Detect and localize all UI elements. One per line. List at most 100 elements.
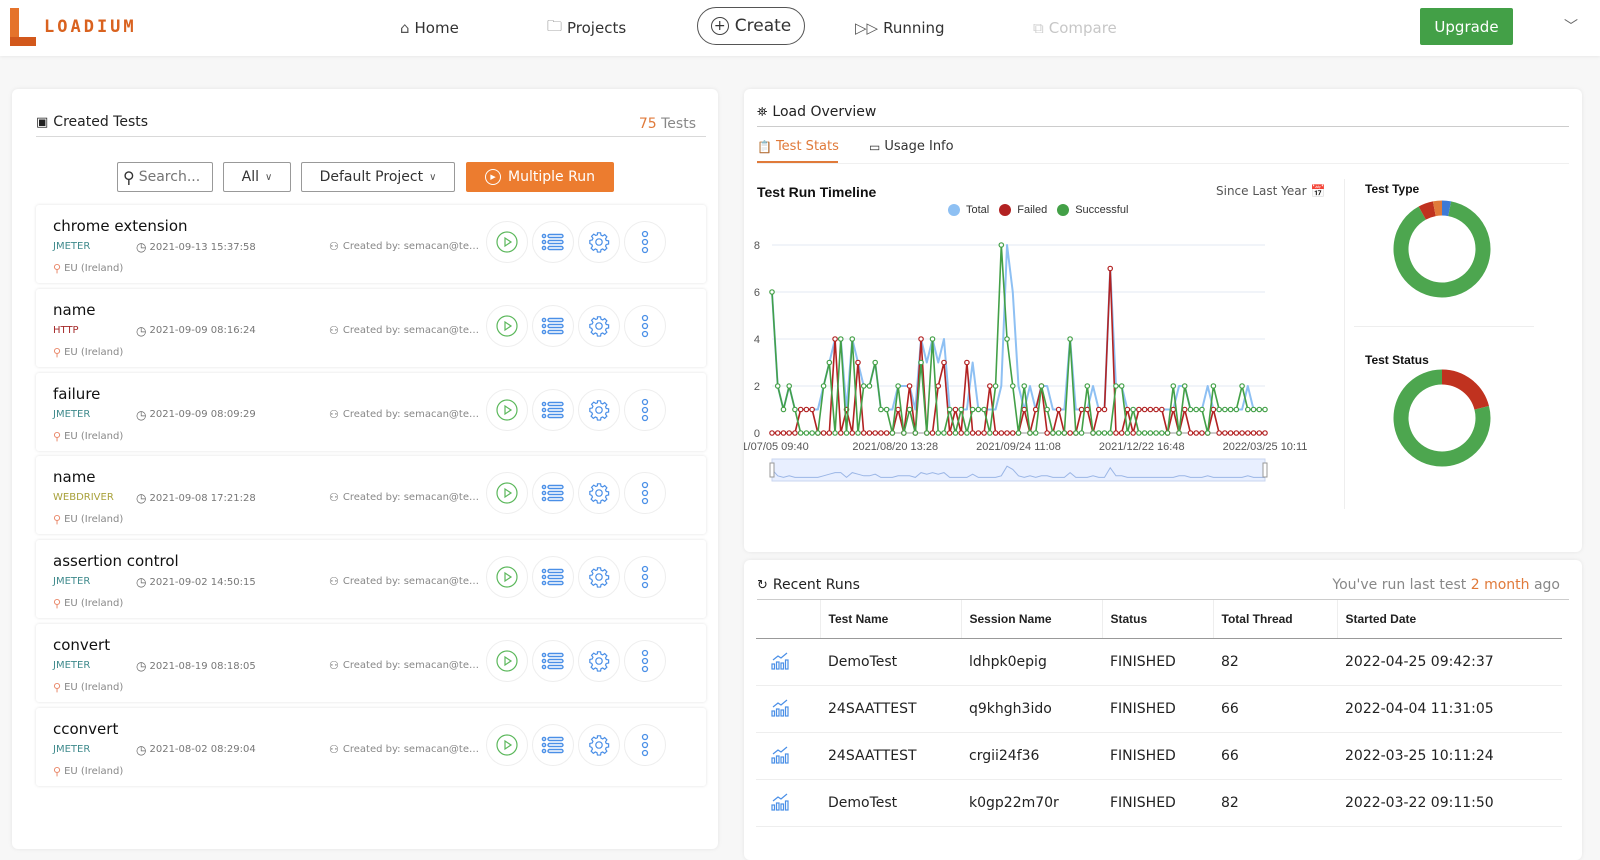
test-name[interactable]: name — [53, 301, 96, 319]
search-input[interactable] — [138, 169, 207, 185]
run-test-button[interactable] — [486, 640, 528, 682]
multiple-run-button[interactable]: ▶ Multiple Run — [466, 162, 614, 192]
gear-icon — [588, 734, 610, 756]
run-test-button[interactable] — [486, 221, 528, 263]
nav-running[interactable]: ▷▷ Running — [855, 0, 945, 56]
status-cell: FINISHED — [1102, 732, 1213, 780]
more-options-button[interactable] — [624, 723, 666, 766]
data-point-failed — [1004, 430, 1010, 436]
upgrade-button[interactable]: Upgrade — [1420, 8, 1513, 45]
loadium-logo[interactable]: LOADIUM — [10, 8, 137, 46]
date-range-picker[interactable]: Since Last Year 📅 — [1216, 184, 1326, 198]
tab-test-stats[interactable]: 📋 Test Stats — [757, 139, 839, 154]
donut-slice-failed[interactable] — [1441, 369, 1489, 411]
table-row[interactable]: DemoTest k0gp22m70r FINISHED 82 2022-03-… — [756, 779, 1562, 827]
data-point-failed — [883, 430, 890, 436]
donut-slice-jmeter[interactable] — [1393, 201, 1491, 298]
more-options-button[interactable] — [624, 640, 666, 682]
run-test-button[interactable] — [486, 723, 528, 766]
test-runs-button[interactable] — [532, 472, 574, 515]
run-test-button[interactable] — [486, 472, 528, 515]
data-point-successful — [878, 406, 884, 413]
run-test-button[interactable] — [486, 304, 528, 347]
user-icon: ⚇ — [329, 575, 339, 589]
test-type: JMETER — [53, 241, 91, 252]
data-point-successful — [1004, 336, 1010, 342]
test-card[interactable]: failure JMETER ◷ 2021-09-09 08:09:29 ⚇ Cre… — [36, 372, 706, 451]
zoom-slider-handle-left[interactable] — [769, 462, 775, 478]
test-runs-button[interactable] — [532, 640, 574, 682]
test-runs-button[interactable] — [532, 304, 574, 347]
test-settings-button[interactable] — [578, 472, 620, 515]
report-chart-icon[interactable] — [770, 746, 790, 768]
location-pin-icon: ⚲ — [53, 429, 62, 443]
test-card[interactable]: name WEBDRIVER ◷ 2021-09-08 17:21:28 ⚇ Cre… — [36, 456, 706, 535]
report-cell[interactable] — [756, 732, 820, 780]
test-card[interactable]: convert JMETER ◷ 2021-08-19 08:18:05 ⚇ Cre… — [36, 624, 706, 702]
report-cell[interactable] — [756, 638, 820, 686]
test-region: ⚲ EU (Ireland) — [53, 430, 123, 443]
test-name[interactable]: chrome extension — [53, 217, 188, 235]
data-point-failed — [1210, 406, 1217, 413]
data-point-failed — [975, 430, 982, 436]
chevron-down-icon: ∨ — [429, 171, 437, 183]
more-options-button[interactable] — [624, 556, 666, 599]
nav-projects[interactable]: 🗀 Projects — [547, 0, 626, 56]
test-runs-button[interactable] — [532, 221, 574, 263]
test-settings-button[interactable] — [578, 640, 620, 682]
test-name[interactable]: assertion control — [53, 552, 179, 570]
test-name[interactable]: name — [53, 468, 96, 486]
test-card[interactable]: name HTTP ◷ 2021-09-09 08:16:24 ⚇ Created … — [36, 288, 706, 367]
test-runs-button[interactable] — [532, 556, 574, 599]
test-card[interactable]: chrome extension JMETER ◷ 2021-09-13 15:3… — [36, 205, 706, 283]
more-options-button[interactable] — [624, 221, 666, 263]
data-point-failed — [797, 406, 804, 413]
report-chart-icon[interactable] — [770, 793, 790, 815]
table-row[interactable]: DemoTest ldhpk0epig FINISHED 82 2022-04-… — [756, 638, 1562, 686]
data-point-failed — [1199, 430, 1205, 436]
type-filter-select[interactable]: All ∨ — [223, 162, 291, 192]
more-options-button[interactable] — [624, 304, 666, 347]
test-name[interactable]: failure — [53, 385, 100, 403]
table-row[interactable]: 24SAATTEST q9khgh3ido FINISHED 66 2022-0… — [756, 685, 1562, 733]
test-settings-button[interactable] — [578, 388, 620, 431]
run-test-button[interactable] — [486, 388, 528, 431]
test-name[interactable]: convert — [53, 636, 110, 654]
test-runs-button[interactable] — [532, 723, 574, 766]
legend-total[interactable]: Total — [966, 204, 989, 216]
report-chart-icon[interactable] — [770, 652, 790, 674]
legend-successful[interactable]: Successful — [1075, 204, 1128, 216]
create-button[interactable]: + Create — [697, 7, 805, 45]
nav-compare-label: Compare — [1048, 19, 1117, 37]
test-settings-button[interactable] — [578, 723, 620, 766]
nav-compare[interactable]: ⧉ Compare — [1033, 0, 1117, 56]
run-test-button[interactable] — [486, 556, 528, 599]
more-options-button[interactable] — [624, 388, 666, 431]
donut-slice-webdriver[interactable] — [1432, 200, 1443, 217]
test-card[interactable]: cconvert JMETER ◷ 2021-08-02 08:29:04 ⚇ Cr… — [36, 707, 706, 786]
search-field[interactable]: ⚲ — [117, 162, 213, 192]
donut-slice-http[interactable] — [1418, 201, 1436, 220]
legend-failed[interactable]: Failed — [1017, 204, 1047, 216]
zoom-slider-handle-right[interactable] — [1262, 462, 1268, 478]
test-settings-button[interactable] — [578, 304, 620, 347]
user-menu-chevron-down-icon[interactable]: ﹀ — [1564, 16, 1578, 36]
test-settings-button[interactable] — [578, 221, 620, 263]
report-cell[interactable] — [756, 779, 820, 827]
fast-forward-icon: ▷▷ — [855, 19, 879, 37]
test-runs-button[interactable] — [532, 388, 574, 431]
test-card[interactable]: assertion control JMETER ◷ 2021-09-02 14:… — [36, 540, 706, 619]
project-select[interactable]: Default Project ∨ — [301, 162, 455, 192]
donut-slice-other[interactable] — [1441, 200, 1452, 217]
tab-usage-info[interactable]: ▭ Usage Info — [869, 139, 954, 154]
table-row[interactable]: 24SAATTEST crgii24f36 FINISHED 66 2022-0… — [756, 732, 1562, 780]
report-cell[interactable] — [756, 685, 820, 733]
report-chart-icon[interactable] — [770, 699, 790, 721]
test-name[interactable]: cconvert — [53, 720, 118, 738]
data-point-successful — [1164, 430, 1171, 436]
data-point-failed — [1147, 406, 1154, 413]
more-options-button[interactable] — [624, 472, 666, 515]
data-point-failed — [1084, 406, 1091, 413]
test-settings-button[interactable] — [578, 556, 620, 599]
nav-home[interactable]: ⌂ Home — [400, 0, 459, 56]
